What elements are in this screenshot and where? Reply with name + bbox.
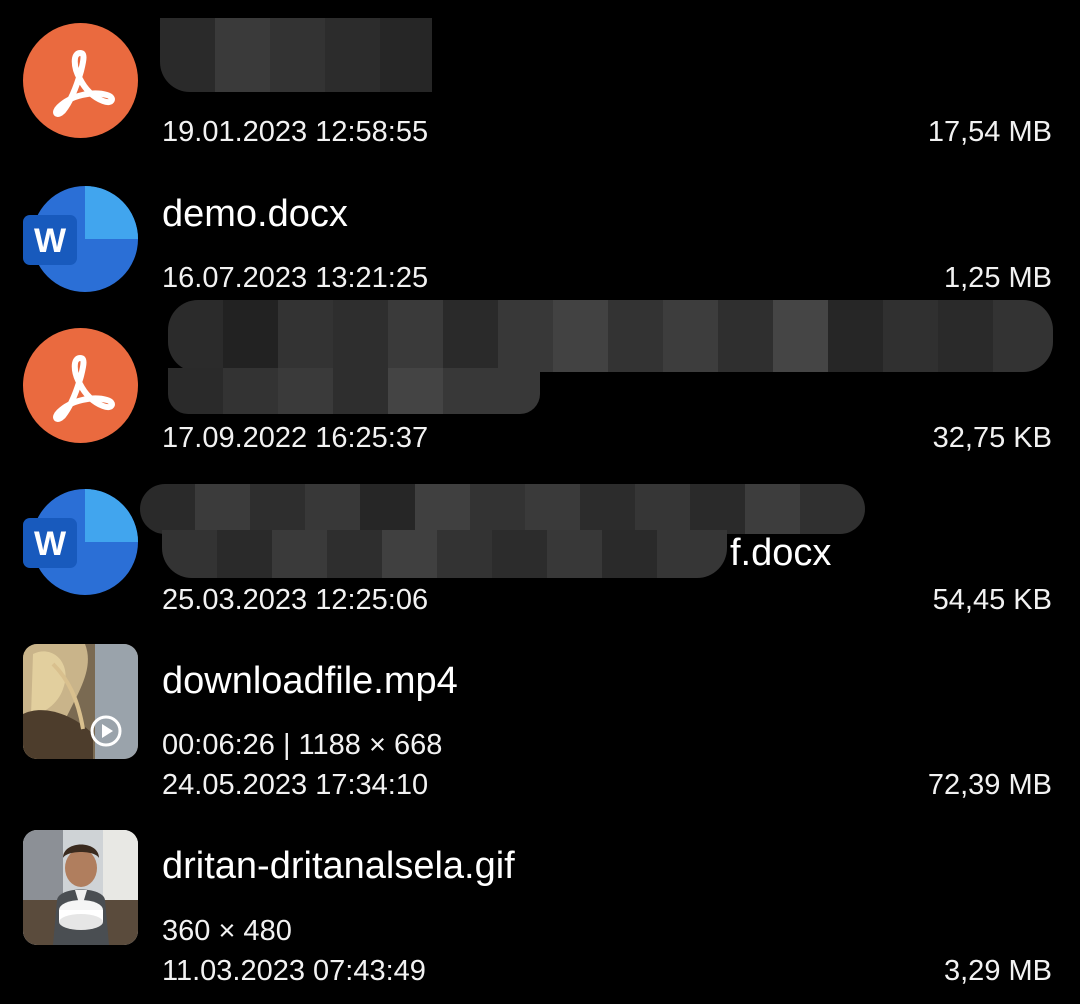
file-details: 00:06:26 | 1188 × 668 xyxy=(162,729,443,761)
gif-thumbnail xyxy=(23,830,138,945)
word-icon: W xyxy=(23,485,138,600)
play-icon xyxy=(89,714,123,748)
file-date: 16.07.2023 13:21:25 xyxy=(162,262,429,294)
file-date: 25.03.2023 12:25:06 xyxy=(162,584,429,616)
file-name: downloadfile.mp4 xyxy=(162,660,458,702)
file-size: 54,45 KB xyxy=(932,584,1052,616)
redacted-filename xyxy=(162,530,727,578)
file-name: demo.docx xyxy=(162,193,348,235)
svg-text:W: W xyxy=(34,525,67,563)
file-name: dritan-dritanalsela.gif xyxy=(162,845,515,887)
redacted-filename xyxy=(168,300,1053,372)
file-row[interactable]: W f.docx 25.03.2023 12:25:06 54,45 KB xyxy=(0,470,1080,630)
svg-text:W: W xyxy=(34,222,67,260)
redacted-filename xyxy=(160,18,432,92)
file-row[interactable]: 19.01.2023 12:58:55 17,54 MB xyxy=(0,0,1080,160)
file-size: 1,25 MB xyxy=(944,262,1052,294)
pdf-icon xyxy=(23,23,138,138)
redacted-filename xyxy=(168,368,540,414)
file-row[interactable]: downloadfile.mp4 00:06:26 | 1188 × 668 2… xyxy=(0,630,1080,810)
file-size: 3,29 MB xyxy=(944,955,1052,987)
file-name: f.docx xyxy=(730,532,832,574)
word-icon: W xyxy=(23,182,138,297)
file-size: 32,75 KB xyxy=(932,422,1052,454)
file-date: 24.05.2023 17:34:10 xyxy=(162,769,429,801)
file-row[interactable]: W demo.docx 16.07.2023 13:21:25 1,25 MB xyxy=(0,165,1080,315)
file-row[interactable]: dritan-dritanalsela.gif 360 × 480 11.03.… xyxy=(0,815,1080,1004)
file-size: 17,54 MB xyxy=(927,116,1052,148)
file-details: 360 × 480 xyxy=(162,915,292,947)
file-size: 72,39 MB xyxy=(927,769,1052,801)
redacted-filename xyxy=(140,484,865,534)
video-thumbnail xyxy=(23,644,138,759)
file-date: 11.03.2023 07:43:49 xyxy=(162,955,426,987)
pdf-icon xyxy=(23,328,138,443)
file-row[interactable]: 17.09.2022 16:25:37 32,75 KB xyxy=(0,300,1080,470)
file-date: 19.01.2023 12:58:55 xyxy=(162,116,429,148)
file-date: 17.09.2022 16:25:37 xyxy=(162,422,429,454)
file-list: 19.01.2023 12:58:55 17,54 MB W demo.docx… xyxy=(0,0,1080,1004)
